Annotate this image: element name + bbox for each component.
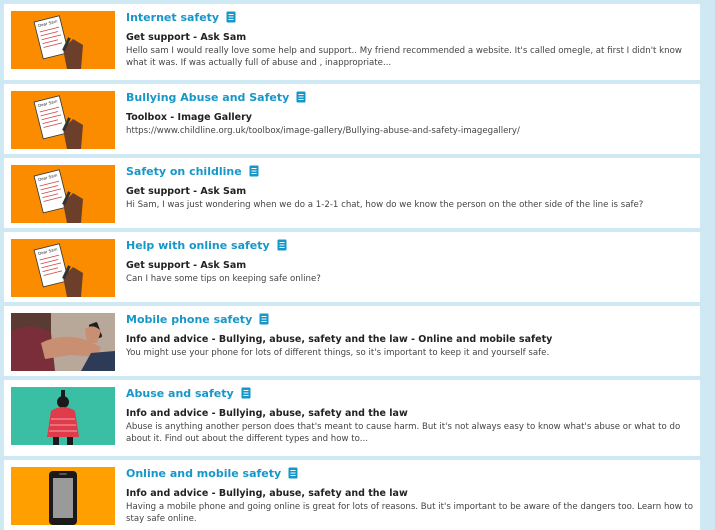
result-card: Dear Sam Internet safety Get support - A…: [4, 4, 700, 80]
result-thumbnail[interactable]: Dear Sam: [11, 165, 115, 223]
result-category: Info and advice - Bullying, abuse, safet…: [126, 408, 408, 419]
result-category: Get support - Ask Sam: [126, 186, 247, 197]
result-title-link[interactable]: Bullying Abuse and Safety: [126, 91, 289, 104]
ask-sam-letter-icon: Dear Sam: [11, 165, 115, 223]
result-snippet: Hello sam I would really love some help …: [126, 46, 682, 68]
ask-sam-letter-icon: Dear Sam: [11, 11, 115, 69]
result-thumbnail[interactable]: Dear Sam: [11, 239, 115, 297]
result-card: Dear Sam Safety on childline Get support…: [4, 158, 700, 228]
document-icon: [259, 313, 269, 325]
mobile-phone-illustration: [11, 467, 115, 525]
person-with-phone-photo: [11, 313, 115, 371]
result-category: Toolbox - Image Gallery: [126, 112, 252, 123]
result-title-link[interactable]: Safety on childline: [126, 165, 242, 178]
result-snippet: Abuse is anything another person does th…: [126, 422, 681, 444]
ask-sam-letter-icon: Dear Sam: [11, 91, 115, 149]
document-icon: [277, 239, 287, 251]
document-icon: [241, 387, 251, 399]
result-snippet: Having a mobile phone and going online i…: [126, 502, 694, 524]
result-title-link[interactable]: Mobile phone safety: [126, 313, 252, 326]
result-title-link[interactable]: Internet safety: [126, 11, 219, 24]
result-card: Online and mobile safety Info and advice…: [4, 460, 700, 530]
result-title-link[interactable]: Help with online safety: [126, 239, 270, 252]
document-icon: [226, 11, 236, 23]
result-category: Get support - Ask Sam: [126, 32, 247, 43]
result-category: Info and advice - Bullying, abuse, safet…: [126, 334, 553, 345]
result-thumbnail[interactable]: [11, 467, 115, 525]
result-card: Dear Sam Bullying Abuse and Safety Toolb…: [4, 84, 700, 154]
document-icon: [296, 91, 306, 103]
result-snippet: You might use your phone for lots of dif…: [126, 348, 550, 358]
hooded-figure-illustration: [11, 387, 115, 445]
result-snippet: Hi Sam, I was just wondering when we do …: [126, 200, 644, 210]
result-category: Get support - Ask Sam: [126, 260, 247, 271]
result-thumbnail[interactable]: [11, 387, 115, 445]
result-thumbnail[interactable]: Dear Sam: [11, 91, 115, 149]
result-snippet: https://www.childline.org.uk/toolbox/ima…: [126, 126, 520, 136]
result-thumbnail[interactable]: Dear Sam: [11, 11, 115, 69]
result-title-link[interactable]: Abuse and safety: [126, 387, 234, 400]
result-title-link[interactable]: Online and mobile safety: [126, 467, 281, 480]
result-card: Abuse and safety Info and advice - Bully…: [4, 380, 700, 456]
result-category: Info and advice - Bullying, abuse, safet…: [126, 488, 408, 499]
result-card: Mobile phone safety Info and advice - Bu…: [4, 306, 700, 376]
result-thumbnail[interactable]: [11, 313, 115, 371]
ask-sam-letter-icon: Dear Sam: [11, 239, 115, 297]
search-results-list: Dear Sam Internet safety Get support - A…: [0, 0, 715, 530]
document-icon: [288, 467, 298, 479]
document-icon: [249, 165, 259, 177]
result-card: Dear Sam Help with online safety Get sup…: [4, 232, 700, 302]
result-snippet: Can I have some tips on keeping safe onl…: [126, 274, 321, 284]
